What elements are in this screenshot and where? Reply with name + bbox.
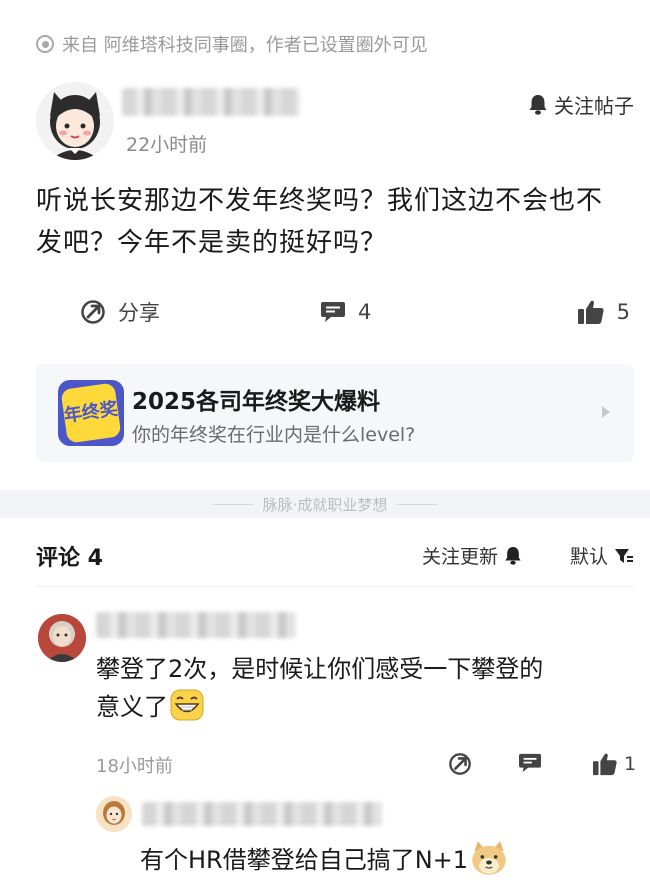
reply-avatar[interactable] <box>96 796 132 832</box>
share-icon <box>81 300 105 324</box>
comment-time: 18小时前 <box>96 756 173 777</box>
sort-button[interactable]: 默认 <box>570 542 634 569</box>
topic-badge-icon: 年终奖 <box>58 380 124 446</box>
reply-body-text: 有个HR借攀登给自己搞了N+1 <box>140 846 469 874</box>
sort-label: 默认 <box>570 546 609 568</box>
comment-like-count: 1 <box>624 753 637 775</box>
follow-post-label: 关注帖子 <box>554 94 634 118</box>
comment-count: 4 <box>358 300 372 324</box>
comment-icon <box>519 753 541 773</box>
reply-name-redacted <box>142 802 382 826</box>
topic-title: 2025各司年终奖大爆料 <box>132 389 381 415</box>
section-divider: 脉脉·成就职业梦想 <box>0 490 650 518</box>
comment-icon <box>321 302 345 322</box>
divider-line <box>212 503 253 505</box>
share-icon <box>449 753 471 775</box>
author-name-redacted <box>122 88 300 116</box>
comments-title: 评论 4 <box>36 546 103 571</box>
comment-body: 攀登了2次，是时候让你们感受一下攀登的 意义了 <box>96 650 626 726</box>
chevron-right-icon <box>602 406 610 418</box>
post-body: 听说长安那边不发年终奖吗？我们这边不会也不 发吧？今年不是卖的挺好吗？ <box>36 180 636 264</box>
commenter-avatar[interactable] <box>38 614 86 662</box>
reply-body: 有个HR借攀登给自己搞了N+1 <box>140 840 508 876</box>
divider-text: 脉脉·成就职业梦想 <box>262 495 388 514</box>
comment-like-button[interactable]: 1 <box>592 752 636 776</box>
bell-icon <box>505 546 521 565</box>
post-source: 来自 阿维塔科技同事圈，作者已设置圈外可见 <box>36 32 428 56</box>
doge-emoji-icon <box>472 841 506 875</box>
topic-card[interactable]: 年终奖 2025各司年终奖大爆料 你的年终奖在行业内是什么level? <box>36 364 634 462</box>
share-label: 分享 <box>118 301 160 325</box>
comment-reply-button[interactable] <box>518 752 542 778</box>
comment-body-text: 意义了 <box>96 693 168 721</box>
commenter-name-redacted <box>96 612 296 638</box>
topic-subtitle: 你的年终奖在行业内是什么level? <box>132 424 416 446</box>
post-body-line: 发吧？今年不是卖的挺好吗？ <box>36 228 388 258</box>
follow-post-button[interactable]: 关注帖子 <box>528 90 634 119</box>
follow-update-label: 关注更新 <box>422 546 499 568</box>
like-count: 5 <box>616 300 630 324</box>
comment-share-button[interactable] <box>448 752 472 780</box>
follow-update-button[interactable]: 关注更新 <box>422 542 522 569</box>
post-time: 22小时前 <box>126 134 208 156</box>
author-avatar[interactable] <box>36 82 114 160</box>
divider-line <box>397 503 438 505</box>
comment-body-line: 攀登了2次，是时候让你们感受一下攀登的 <box>96 655 544 683</box>
bell-icon <box>529 94 547 115</box>
topic-badge-text: 年终奖 <box>60 382 122 444</box>
like-button[interactable]: 5 <box>577 296 630 328</box>
header-divider <box>36 586 634 587</box>
share-button[interactable]: 分享 <box>80 296 160 328</box>
source-text: 来自 阿维塔科技同事圈，作者已设置圈外可见 <box>62 35 428 56</box>
grin-emoji-icon <box>170 689 204 721</box>
thumbs-up-icon <box>577 300 604 324</box>
post-body-line: 听说长安那边不发年终奖吗？我们这边不会也不 <box>36 186 604 216</box>
comment-button[interactable]: 4 <box>320 296 371 328</box>
thumbs-up-icon <box>593 753 617 776</box>
filter-icon <box>615 548 634 563</box>
comment-body-line: 意义了 <box>96 688 626 726</box>
circle-dot-icon <box>36 35 54 53</box>
